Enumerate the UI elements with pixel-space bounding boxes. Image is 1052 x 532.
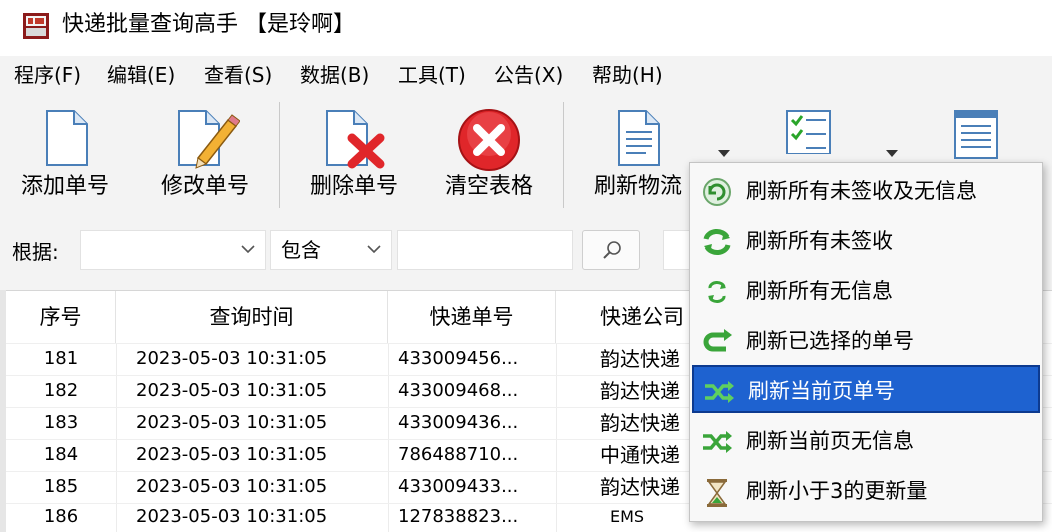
filter-label: 根据: — [12, 240, 59, 264]
document-lines-icon — [618, 110, 660, 166]
cell-no: 184 — [43, 444, 79, 465]
cell-company: EMS — [610, 507, 645, 526]
menu-refresh-unsigned[interactable]: 刷新所有未签收 — [692, 217, 1040, 265]
refresh-circle-icon — [703, 178, 731, 206]
menu-item-label: 刷新所有未签收及无信息 — [746, 179, 977, 203]
cell-time: 2023-05-03 10:31:05 — [136, 506, 328, 527]
column-header-tracking[interactable]: 快递单号 — [388, 291, 556, 343]
column-header-time[interactable]: 查询时间 — [116, 291, 388, 343]
add-tracking-label: 添加单号 — [20, 174, 109, 199]
menu-item-label: 刷新小于3的更新量 — [746, 479, 928, 503]
window-title: 快递批量查询高手 【是玲啊】 — [62, 12, 355, 37]
chevron-down-icon — [241, 245, 255, 254]
edit-tracking-button[interactable]: 修改单号 — [150, 94, 260, 214]
cell-tracking: 433009436... — [398, 412, 519, 433]
menu-refresh-unsigned-and-noinfo[interactable]: 刷新所有未签收及无信息 — [692, 167, 1040, 215]
search-button[interactable] — [582, 230, 640, 270]
edit-tracking-label: 修改单号 — [160, 174, 249, 199]
menu-item-label: 刷新已选择的单号 — [746, 329, 914, 353]
cell-tracking: 433009433... — [398, 476, 519, 497]
menu-item-label: 刷新当前页单号 — [748, 379, 895, 403]
menu-program[interactable]: 程序(F) — [14, 60, 81, 90]
title-bar: 快递批量查询高手 【是玲啊】 — [0, 0, 1052, 56]
menu-notice[interactable]: 公告(X) — [494, 60, 563, 90]
toolbar-separator — [563, 102, 564, 208]
menu-edit[interactable]: 编辑(E) — [107, 60, 175, 90]
cell-time: 2023-05-03 10:31:05 — [136, 444, 328, 465]
cell-no: 185 — [43, 476, 79, 497]
chevron-down-icon — [367, 245, 381, 254]
menu-item-label: 刷新当前页无信息 — [746, 429, 914, 453]
cell-company: 中通快递 — [600, 443, 680, 467]
cell-no: 182 — [43, 380, 79, 401]
checklist-dropdown-arrow[interactable] — [886, 150, 898, 157]
cell-company: 韵达快递 — [600, 347, 680, 371]
blank-document-icon — [46, 110, 88, 166]
refresh-dropdown-arrow[interactable] — [718, 150, 730, 157]
edit-pencil-icon — [178, 110, 240, 169]
cell-company: 韵达快递 — [600, 379, 680, 403]
menu-item-label: 刷新所有未签收 — [746, 229, 893, 253]
menu-refresh-current-page-noinfo[interactable]: 刷新当前页无信息 — [692, 417, 1040, 465]
checklist-icon[interactable] — [784, 108, 834, 154]
refresh-curve-arrow-icon — [703, 329, 732, 352]
add-tracking-button[interactable]: 添加单号 — [10, 94, 120, 214]
search-icon — [603, 241, 621, 259]
cell-no: 181 — [43, 348, 79, 369]
refresh-small-arrows-icon — [708, 281, 726, 303]
refresh-dropdown-menu: 刷新所有未签收及无信息 刷新所有未签收 刷新所有无信息 刷新已选择的单号 刷新当… — [689, 162, 1043, 522]
clear-table-button[interactable]: 清空表格 — [436, 94, 542, 214]
menu-data[interactable]: 数据(B) — [300, 60, 369, 90]
cell-time: 2023-05-03 10:31:05 — [136, 476, 328, 497]
menu-view[interactable]: 查看(S) — [204, 60, 272, 90]
menu-refresh-less-than-3[interactable]: 刷新小于3的更新量 — [692, 467, 1040, 515]
delete-document-icon — [326, 110, 385, 169]
toolbar-separator — [279, 102, 280, 208]
delete-tracking-label: 删除单号 — [309, 174, 398, 199]
menu-item-label: 刷新所有无信息 — [746, 279, 893, 303]
refresh-green-arrows-icon — [703, 228, 731, 256]
cell-company: 韵达快递 — [600, 475, 680, 499]
column-header-no[interactable]: 序号 — [6, 291, 116, 343]
cell-time: 2023-05-03 10:31:05 — [136, 412, 328, 433]
menu-tools[interactable]: 工具(T) — [398, 60, 466, 90]
hourglass-icon — [707, 479, 727, 507]
refresh-logistics-button[interactable]: 刷新物流 — [584, 94, 692, 214]
refresh-shuffle-icon — [705, 381, 734, 403]
filter-field-select[interactable] — [80, 230, 266, 270]
menu-refresh-noinfo[interactable]: 刷新所有无信息 — [692, 267, 1040, 315]
delete-tracking-button[interactable]: 删除单号 — [298, 94, 410, 214]
menu-bar: 程序(F) 编辑(E) 查看(S) 数据(B) 工具(T) 公告(X) 帮助(H… — [0, 56, 1052, 94]
report-document-icon[interactable] — [952, 108, 1000, 160]
menu-help[interactable]: 帮助(H) — [592, 60, 663, 90]
cell-no: 186 — [43, 506, 79, 527]
menu-refresh-current-page[interactable]: 刷新当前页单号 — [692, 365, 1040, 413]
clear-x-circle-icon — [458, 109, 520, 171]
cell-tracking: 127838823... — [398, 506, 519, 527]
clear-table-label: 清空表格 — [444, 174, 533, 199]
cell-tracking: 433009456... — [398, 348, 519, 369]
cell-tracking: 786488710... — [398, 444, 519, 465]
keyword-input[interactable] — [397, 230, 573, 270]
match-mode-select[interactable]: 包含 — [270, 230, 392, 270]
app-logo-icon — [23, 13, 49, 39]
cell-company: 韵达快递 — [600, 411, 680, 435]
cell-time: 2023-05-03 10:31:05 — [136, 348, 328, 369]
menu-refresh-selected[interactable]: 刷新已选择的单号 — [692, 317, 1040, 365]
refresh-cross-arrows-icon — [703, 431, 732, 453]
refresh-logistics-label: 刷新物流 — [594, 174, 683, 199]
cell-tracking: 433009468... — [398, 380, 519, 401]
match-mode-value: 包含 — [281, 238, 321, 262]
cell-no: 183 — [43, 412, 79, 433]
cell-time: 2023-05-03 10:31:05 — [136, 380, 328, 401]
